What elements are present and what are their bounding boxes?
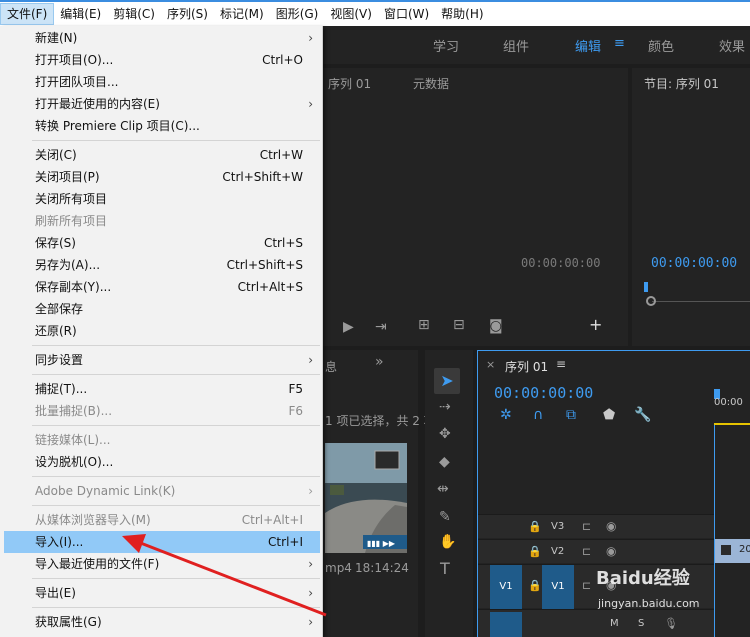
watermark-logo: Baidu经验 [596,568,690,589]
watermark-url: jingyan.baidu.com [598,597,700,610]
watermark: Baidu经验 jingyan.baidu.com [590,562,750,622]
annotation-arrow [122,534,327,617]
